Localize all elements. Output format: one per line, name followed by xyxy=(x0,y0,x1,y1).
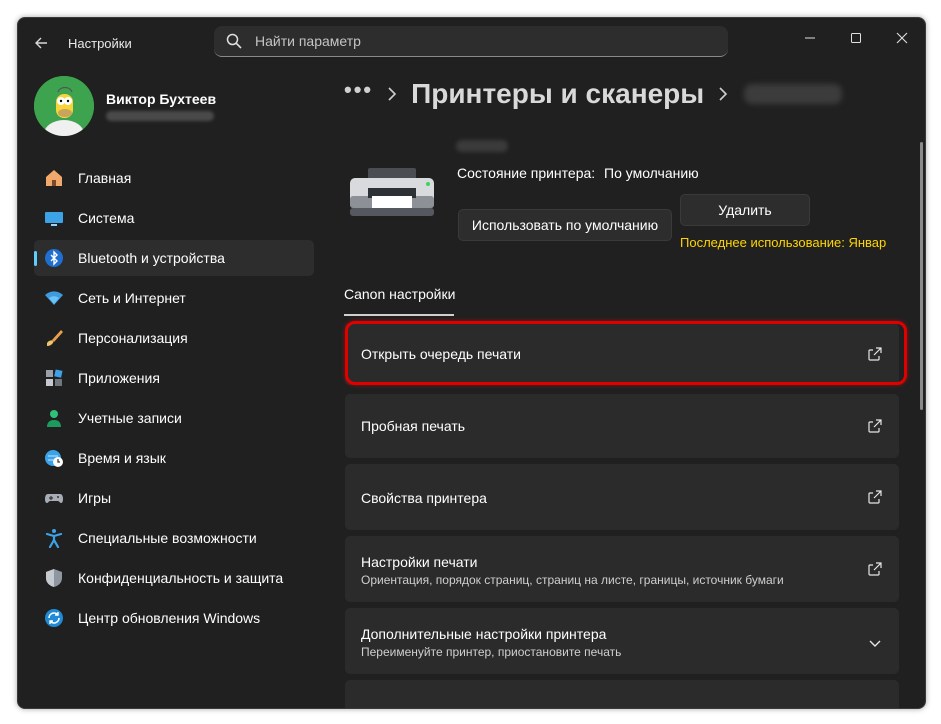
sidebar-item-privacy[interactable]: Конфиденциальность и защита xyxy=(34,560,314,596)
shield-icon xyxy=(44,568,64,588)
search-placeholder: Найти параметр xyxy=(255,33,361,49)
back-button[interactable] xyxy=(30,32,52,54)
home-icon xyxy=(44,168,64,188)
card-printing-preferences[interactable]: Настройки печати Ориентация, порядок стр… xyxy=(345,536,899,602)
external-link-icon xyxy=(868,562,882,576)
printer-status-label: Состояние принтера: xyxy=(457,165,596,181)
avatar-image-icon xyxy=(34,76,94,136)
apps-icon xyxy=(44,368,64,388)
chevron-right-icon xyxy=(387,87,397,101)
sidebar-item-accounts[interactable]: Учетные записи xyxy=(34,400,314,436)
close-icon xyxy=(896,32,908,44)
scrollbar[interactable] xyxy=(920,142,923,410)
globe-clock-icon xyxy=(44,448,64,468)
sidebar-nav: Главная Система Bluetooth и устройства С… xyxy=(34,160,314,640)
minimize-button[interactable] xyxy=(794,26,826,50)
printer-icon xyxy=(350,168,434,216)
sidebar-item-label: Bluetooth и устройства xyxy=(78,250,225,266)
sidebar-item-personalization[interactable]: Персонализация xyxy=(34,320,314,356)
maximize-icon xyxy=(851,33,861,43)
set-default-button[interactable]: Использовать по умолчанию xyxy=(458,209,672,241)
chevron-down-icon xyxy=(869,640,881,647)
breadcrumb-overflow-button[interactable]: ••• xyxy=(344,77,373,103)
remove-printer-button[interactable]: Удалить xyxy=(680,194,810,226)
sidebar-item-network[interactable]: Сеть и Интернет xyxy=(34,280,314,316)
card-advanced-printer-settings[interactable]: Дополнительные настройки принтера Переим… xyxy=(345,608,899,674)
card-title: Пробная печать xyxy=(361,418,466,434)
sidebar-item-label: Конфиденциальность и защита xyxy=(78,570,284,586)
search-input[interactable]: Найти параметр xyxy=(214,26,728,57)
settings-window: Настройки Найти параметр Виктор Бухтеев … xyxy=(17,17,926,709)
monitor-icon xyxy=(44,208,64,228)
gamepad-icon xyxy=(44,488,64,508)
breadcrumb-link-printers[interactable]: Принтеры и сканеры xyxy=(411,78,704,110)
wifi-icon xyxy=(44,288,64,308)
card-test-print[interactable]: Пробная печать xyxy=(345,394,899,458)
card-subtitle: Переименуйте принтер, приостановите печа… xyxy=(361,645,622,659)
card-title: Свойства принтера xyxy=(361,490,487,506)
sidebar-item-time-language[interactable]: Время и язык xyxy=(34,440,314,476)
tab-indicator xyxy=(344,314,454,316)
card-title: Дополнительные настройки принтера xyxy=(361,626,607,642)
user-email-redacted xyxy=(106,111,214,121)
sidebar-item-bluetooth[interactable]: Bluetooth и устройства xyxy=(34,240,314,276)
sidebar-item-label: Персонализация xyxy=(78,330,188,346)
card-printer-properties[interactable]: Свойства принтера xyxy=(345,464,899,530)
sidebar-item-label: Приложения xyxy=(78,370,160,386)
person-icon xyxy=(44,408,64,428)
update-icon xyxy=(44,608,64,628)
user-name: Виктор Бухтеев xyxy=(106,91,217,107)
tab-canon-settings[interactable]: Canon настройки xyxy=(344,286,455,302)
sidebar-item-home[interactable]: Главная xyxy=(34,160,314,196)
printer-name-redacted xyxy=(456,140,508,152)
close-button[interactable] xyxy=(886,26,918,50)
sidebar-item-windows-update[interactable]: Центр обновления Windows xyxy=(34,600,314,636)
brush-icon xyxy=(44,328,64,348)
printer-status-value: По умолчанию xyxy=(604,165,699,181)
chevron-right-icon xyxy=(718,87,728,101)
sidebar-item-label: Центр обновления Windows xyxy=(78,610,261,626)
sidebar-item-label: Специальные возможности xyxy=(78,530,257,546)
back-arrow-icon xyxy=(35,37,47,49)
bluetooth-icon xyxy=(44,248,64,268)
minimize-icon xyxy=(805,37,815,39)
accessibility-icon xyxy=(44,528,64,548)
highlight-frame xyxy=(345,321,907,385)
sidebar-item-label: Учетные записи xyxy=(78,410,182,426)
app-title: Настройки xyxy=(68,36,132,51)
sidebar-item-label: Сеть и Интернет xyxy=(78,290,186,306)
sidebar-item-label: Главная xyxy=(78,170,132,186)
card-title: Настройки печати xyxy=(361,554,478,570)
sidebar-item-label: Время и язык xyxy=(78,450,166,466)
external-link-icon xyxy=(868,490,882,504)
avatar[interactable] xyxy=(34,76,94,136)
sidebar-item-system[interactable]: Система xyxy=(34,200,314,236)
card-partially-visible[interactable] xyxy=(345,680,899,708)
sidebar-item-label: Игры xyxy=(78,490,112,506)
sidebar-item-apps[interactable]: Приложения xyxy=(34,360,314,396)
last-used-text: Последнее использование: Январ xyxy=(680,235,887,250)
external-link-icon xyxy=(868,419,882,433)
breadcrumb: ••• Принтеры и сканеры xyxy=(344,76,843,112)
maximize-button[interactable] xyxy=(840,26,872,50)
card-subtitle: Ориентация, порядок страниц, страниц на … xyxy=(361,573,784,587)
sidebar-item-gaming[interactable]: Игры xyxy=(34,480,314,516)
search-icon xyxy=(226,33,242,49)
sidebar-item-accessibility[interactable]: Специальные возможности xyxy=(34,520,314,556)
page-title-redacted xyxy=(744,84,843,104)
sidebar-item-label: Система xyxy=(78,210,135,226)
